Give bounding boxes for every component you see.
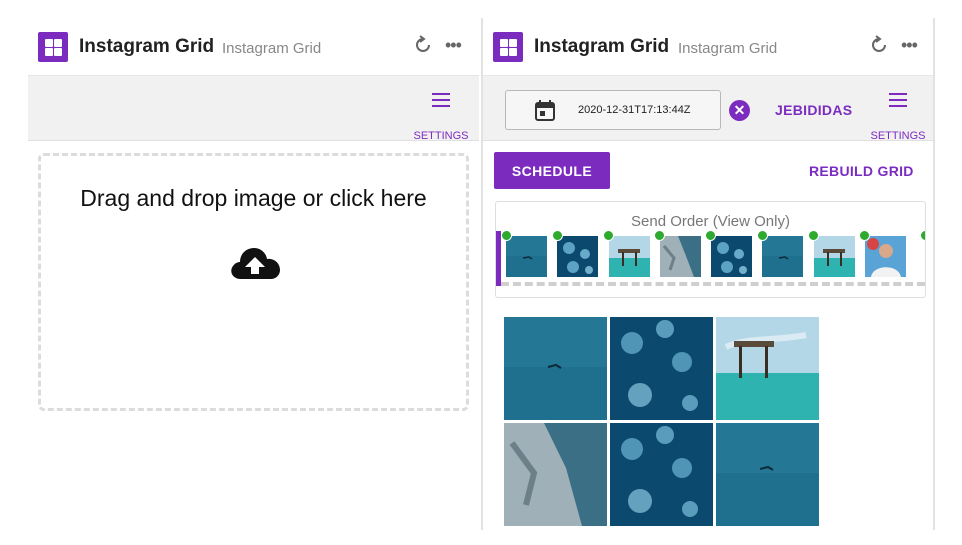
send-order-strip: Send Order (View Only)	[495, 201, 926, 298]
dropzone-text: Drag and drop image or click here	[80, 185, 427, 211]
cloud-upload-icon	[231, 248, 280, 279]
app-root: Instagram Grid Instagram Grid ••• SETTIN…	[0, 0, 962, 545]
grid-app-icon	[38, 32, 68, 62]
send-order-marker	[496, 231, 501, 286]
settings-label: SETTINGS	[413, 130, 469, 142]
send-order-thumb	[711, 236, 752, 277]
account-name[interactable]: JEBIDIDAS	[775, 102, 852, 118]
settings-button[interactable]: SETTINGS	[411, 87, 471, 147]
status-dot	[859, 230, 870, 241]
send-order-thumb	[762, 236, 803, 277]
send-order-label: Send Order (View Only)	[631, 213, 790, 230]
hamburger-menu-icon	[432, 93, 450, 107]
grid-image[interactable]	[504, 423, 607, 526]
panel-toolbar: 2020-12-31T17:13:44Z ✕ JEBIDIDAS SETTING…	[483, 75, 933, 142]
settings-label: SETTINGS	[870, 130, 926, 142]
hamburger-menu-icon	[889, 93, 907, 107]
rebuild-grid-button[interactable]: REBUILD GRID	[809, 163, 914, 179]
status-dot	[501, 230, 512, 241]
refresh-icon[interactable]	[869, 35, 889, 55]
status-dot	[705, 230, 716, 241]
grid-app-icon	[493, 32, 523, 62]
grid-image[interactable]	[716, 423, 819, 526]
panel-header: Instagram Grid Instagram Grid •••	[28, 18, 479, 75]
status-dot	[654, 230, 665, 241]
send-order-thumb	[814, 236, 855, 277]
status-dot	[808, 230, 819, 241]
panel-subtitle: Instagram Grid	[222, 40, 322, 57]
clear-circle-icon[interactable]: ✕	[729, 100, 750, 121]
status-dot	[603, 230, 614, 241]
grid-image[interactable]	[504, 317, 607, 420]
image-dropzone[interactable]: Drag and drop image or click here	[38, 153, 469, 411]
status-dot	[920, 230, 925, 241]
panel-title: Instagram Grid	[534, 36, 670, 57]
grid-image[interactable]	[610, 317, 713, 420]
grid-image[interactable]	[716, 317, 819, 420]
calendar-icon	[535, 100, 555, 121]
panel-title: Instagram Grid	[79, 36, 215, 57]
panel-header: Instagram Grid Instagram Grid •••	[483, 18, 933, 75]
schedule-button[interactable]: SCHEDULE	[494, 152, 610, 189]
upload-panel: Instagram Grid Instagram Grid ••• SETTIN…	[28, 18, 479, 530]
panel-subtitle: Instagram Grid	[678, 40, 778, 57]
grid-image[interactable]	[610, 423, 713, 526]
settings-button[interactable]: SETTINGS	[868, 87, 928, 147]
schedule-date-input[interactable]: 2020-12-31T17:13:44Z	[505, 90, 721, 130]
schedule-panel: Instagram Grid Instagram Grid ••• 2020-1…	[481, 18, 935, 530]
panel-toolbar: SETTINGS	[28, 75, 479, 142]
status-dot	[552, 230, 563, 241]
date-value: 2020-12-31T17:13:44Z	[578, 104, 691, 116]
send-order-thumb	[609, 236, 650, 277]
send-order-thumb	[557, 236, 598, 277]
send-order-thumb	[506, 236, 547, 277]
send-order-divider	[501, 282, 925, 286]
send-order-thumb	[865, 236, 906, 277]
more-horizontal-icon[interactable]: •••	[445, 36, 467, 54]
refresh-icon[interactable]	[413, 35, 433, 55]
send-order-thumb	[660, 236, 701, 277]
more-horizontal-icon[interactable]: •••	[901, 36, 923, 54]
status-dot	[757, 230, 768, 241]
